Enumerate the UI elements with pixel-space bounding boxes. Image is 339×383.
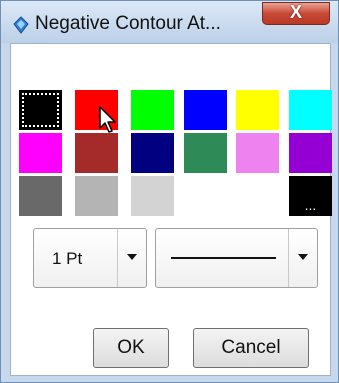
color-swatch[interactable] — [75, 176, 118, 216]
line-width-value: 1 Pt — [52, 249, 83, 268]
color-swatch[interactable] — [131, 133, 174, 173]
color-swatch[interactable] — [19, 176, 62, 216]
color-swatch[interactable] — [184, 133, 227, 173]
more-colors-swatch[interactable]: ... — [289, 176, 332, 216]
more-colors-label: ... — [304, 197, 317, 213]
mouse-cursor-icon — [99, 106, 116, 133]
color-swatch[interactable] — [236, 90, 279, 130]
color-swatch[interactable] — [131, 90, 174, 130]
line-width-dropdown-button[interactable] — [117, 229, 146, 287]
title-bar[interactable]: Negative Contour At... X — [1, 1, 338, 43]
color-swatch[interactable] — [75, 133, 118, 173]
color-swatch[interactable] — [236, 133, 279, 173]
color-swatch[interactable] — [289, 133, 332, 173]
color-swatch[interactable] — [19, 133, 62, 173]
line-width-dropdown[interactable]: 1 Pt — [33, 228, 147, 288]
line-style-sample — [171, 257, 276, 259]
close-icon: X — [289, 2, 302, 22]
color-palette: ... — [19, 90, 333, 220]
ok-button[interactable]: OK — [93, 328, 169, 368]
window-title: Negative Contour At... — [35, 13, 221, 34]
color-swatch[interactable] — [184, 176, 227, 216]
close-button[interactable]: X — [262, 2, 330, 25]
color-swatch[interactable] — [19, 90, 62, 130]
cancel-button[interactable]: Cancel — [193, 328, 309, 368]
line-style-dropdown-button[interactable] — [288, 229, 317, 287]
color-swatch[interactable] — [184, 90, 227, 130]
app-icon — [13, 16, 29, 34]
color-swatch[interactable] — [131, 176, 174, 216]
chevron-down-icon — [298, 254, 308, 260]
line-style-dropdown[interactable] — [155, 228, 318, 288]
chevron-down-icon — [127, 254, 137, 260]
color-swatch[interactable] — [289, 90, 332, 130]
